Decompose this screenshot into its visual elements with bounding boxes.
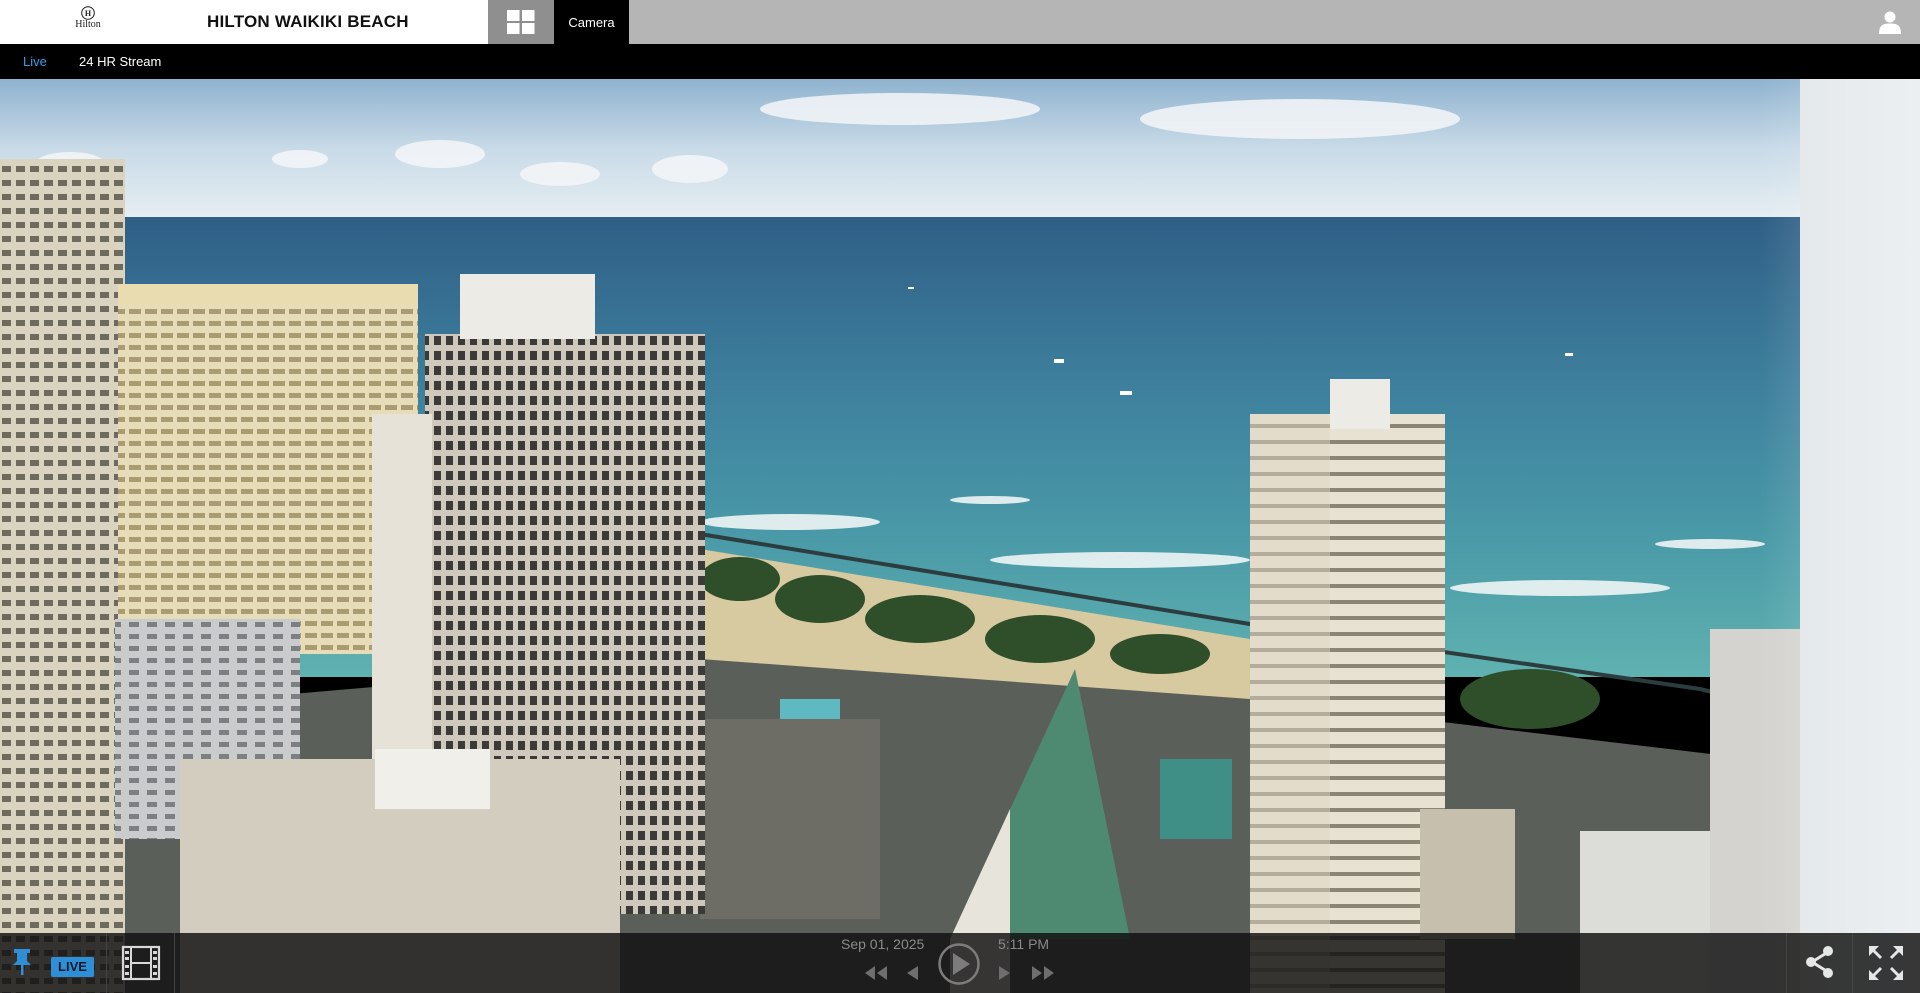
svg-text:H: H <box>85 9 92 18</box>
control-divider <box>106 933 107 993</box>
camera-grid-button[interactable] <box>488 0 554 44</box>
hilton-logo[interactable]: H Hilton <box>64 6 112 38</box>
sub-navigation: Live 24 HR Stream <box>0 44 1920 79</box>
timestamp-time: 5:11 PM <box>998 936 1050 952</box>
grid-icon <box>507 10 535 34</box>
hilton-crest-icon: H <box>81 6 95 20</box>
pin-icon <box>13 949 31 975</box>
recordings-button[interactable] <box>121 945 161 981</box>
timestamp-date: Sep 01, 2025 <box>841 936 925 952</box>
logo-text: Hilton <box>75 19 101 30</box>
step-back-button[interactable] <box>905 965 919 986</box>
control-divider <box>174 933 175 993</box>
fast-forward-button[interactable] <box>1031 965 1055 986</box>
webcam-scene-image <box>0 79 1920 993</box>
player-control-bar: LIVE Sep 01, 2025 5:11 PM <box>0 933 1920 993</box>
share-icon <box>1806 946 1833 978</box>
film-strip-icon <box>121 945 161 981</box>
play-button[interactable] <box>937 942 981 991</box>
user-account-button[interactable] <box>1878 10 1902 34</box>
tab-camera[interactable]: Camera <box>554 0 629 44</box>
rewind-icon <box>865 966 887 980</box>
play-icon <box>938 943 980 985</box>
camera-video-feed[interactable]: LIVE Sep 01, 2025 5:11 PM <box>0 79 1920 993</box>
page-title: HILTON WAIKIKI BEACH <box>207 12 409 31</box>
step-forward-button[interactable] <box>998 965 1012 986</box>
brand-area: H Hilton HILTON WAIKIKI BEACH <box>0 0 488 44</box>
control-divider <box>1852 933 1853 993</box>
tab-24hr-stream[interactable]: 24 HR Stream <box>79 54 161 69</box>
pin-button[interactable] <box>10 947 34 977</box>
fullscreen-icon <box>1869 946 1903 980</box>
user-icon <box>1879 11 1901 34</box>
live-badge[interactable]: LIVE <box>51 957 94 977</box>
step-forward-icon <box>999 966 1010 980</box>
step-back-icon <box>907 966 918 980</box>
rewind-button[interactable] <box>864 965 888 986</box>
tab-live[interactable]: Live <box>23 54 47 69</box>
share-button[interactable] <box>1805 945 1835 979</box>
fast-forward-icon <box>1032 966 1054 980</box>
top-header: H Hilton HILTON WAIKIKI BEACH Camera <box>0 0 1920 44</box>
fullscreen-button[interactable] <box>1868 945 1904 981</box>
control-divider <box>1786 933 1787 993</box>
